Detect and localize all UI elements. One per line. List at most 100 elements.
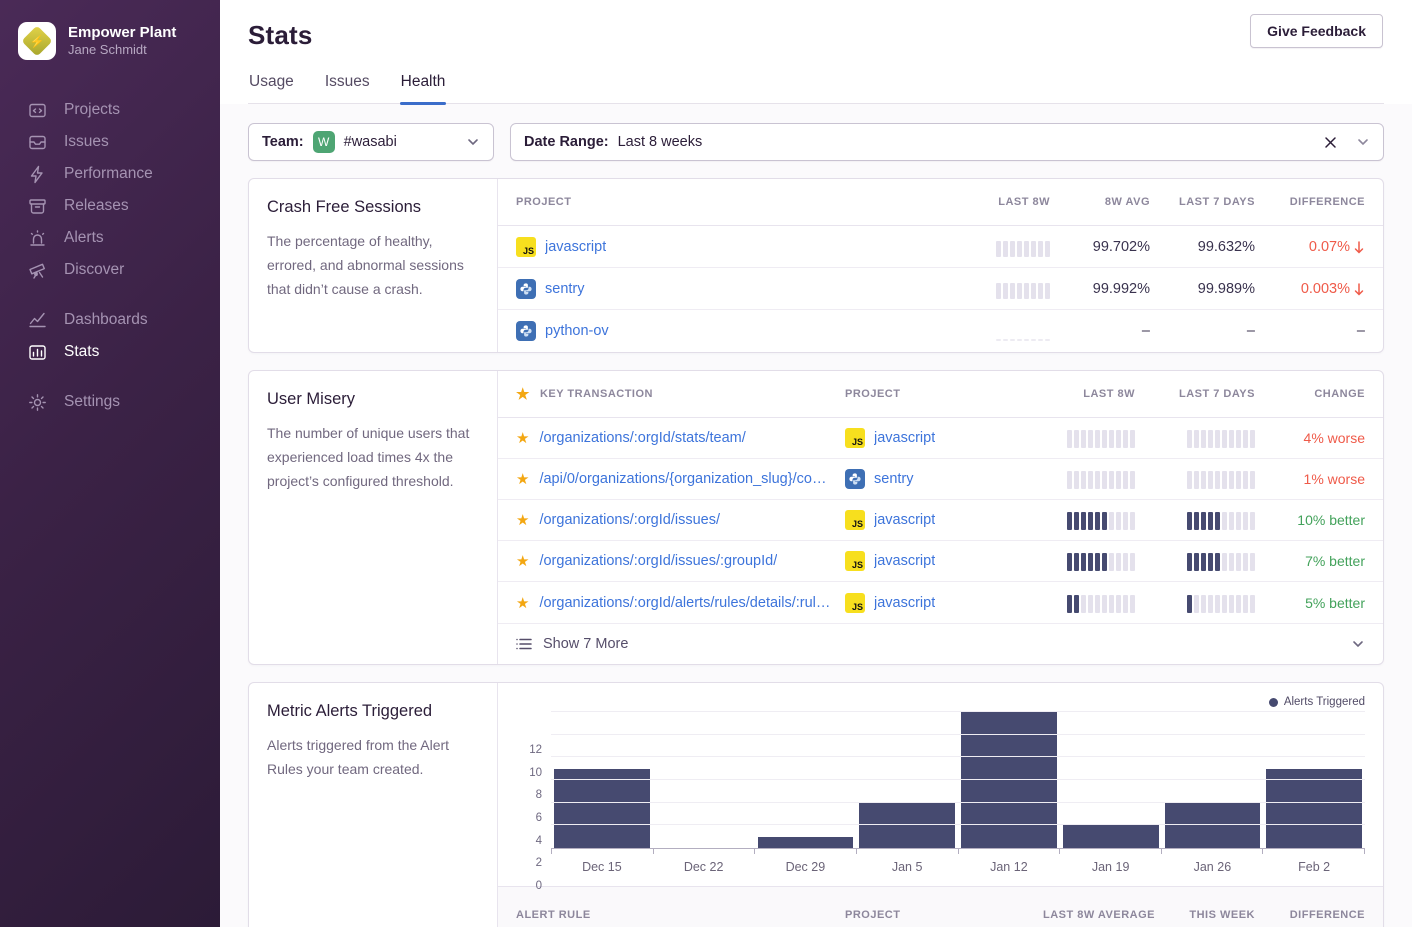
issues-icon (27, 132, 47, 152)
chart-x-label: Dec 29 (755, 860, 857, 874)
avg-8w-value: 99.702% (1093, 239, 1150, 255)
sidebar-item-projects[interactable]: Projects (0, 94, 220, 126)
sidebar-item-dashboards[interactable]: Dashboards (0, 304, 220, 336)
show-more-button[interactable]: Show 7 More (498, 623, 1383, 664)
chart-bar[interactable] (755, 712, 857, 848)
user-misery-table: ★KEY TRANSACTION PROJECT LAST 8W LAST 7 … (498, 371, 1383, 664)
table-row: sentry 99.992% 99.989% 0.003% (498, 268, 1383, 310)
star-icon[interactable]: ★ (516, 511, 529, 529)
project-link[interactable]: sentry (874, 471, 914, 487)
chart-bar[interactable] (958, 712, 1060, 848)
project-link[interactable]: python-ov (545, 323, 609, 339)
arrow-down-icon (1353, 282, 1365, 296)
alerts-icon (27, 228, 47, 248)
chart-x-label: Feb 2 (1263, 860, 1365, 874)
content-area: Team: W #wasabi Date Range: Last 8 weeks (220, 104, 1412, 927)
change-value: 1% worse (1304, 471, 1365, 487)
project-link[interactable]: javascript (545, 239, 606, 255)
give-feedback-button[interactable]: Give Feedback (1250, 14, 1383, 48)
sidebar-item-settings[interactable]: Settings (0, 386, 220, 418)
table-row: ★ /api/0/organizations/{organization_slug… (498, 459, 1383, 500)
project-link[interactable]: javascript (874, 430, 935, 446)
star-icon[interactable]: ★ (516, 429, 529, 447)
list-icon (516, 637, 532, 651)
chart-legend[interactable]: Alerts Triggered (516, 692, 1365, 712)
team-select[interactable]: Team: W #wasabi (248, 123, 494, 161)
chart-plot-area (551, 712, 1365, 848)
crash-free-table-header: PROJECT LAST 8W 8W AVG LAST 7 DAYS DIFFE… (498, 179, 1383, 226)
transaction-link[interactable]: /organizations/:orgId/issues/:groupId/ (539, 553, 777, 569)
sidebar-item-issues[interactable]: Issues (0, 126, 220, 158)
date-range-select[interactable]: Date Range: Last 8 weeks (510, 123, 1384, 161)
table-row: ★/organizations/:orgId/issues/JSjavascri… (498, 500, 1383, 541)
transaction-link[interactable]: /api/0/organizations/{organization_slug}… (539, 471, 831, 487)
col-last-8w: LAST 8W (1083, 388, 1135, 400)
transaction-link[interactable]: /organizations/:orgId/issues/ (539, 512, 720, 528)
col-last-8w-average: LAST 8W AVERAGE (1043, 909, 1155, 921)
sparkline (1067, 469, 1135, 489)
chart-bar[interactable] (1263, 712, 1365, 848)
project-link[interactable]: javascript (874, 512, 935, 528)
project-link[interactable]: sentry (545, 281, 585, 297)
chevron-down-icon[interactable] (1351, 637, 1365, 651)
star-icon[interactable]: ★ (516, 470, 529, 488)
sidebar-item-releases[interactable]: Releases (0, 190, 220, 222)
sparkline (1067, 510, 1135, 530)
sparkline (996, 237, 1050, 257)
difference-value: 0.003% (1301, 281, 1365, 297)
star-icon[interactable]: ★ (516, 552, 529, 570)
clear-date-icon[interactable] (1324, 136, 1337, 149)
project-link[interactable]: javascript (874, 595, 935, 611)
chart-bar[interactable] (856, 712, 958, 848)
sparkline (1067, 428, 1135, 448)
sidebar-item-stats[interactable]: Stats (0, 336, 220, 368)
org-name: Empower Plant (68, 24, 176, 43)
arrow-down-icon (1353, 240, 1365, 254)
chart-bar[interactable] (653, 712, 755, 848)
user-name: Jane Schmidt (68, 42, 176, 58)
user-misery-title: User Misery (267, 390, 479, 409)
chevron-down-icon[interactable] (1356, 135, 1370, 149)
sparkline (1067, 551, 1135, 571)
alert-rules-table-header: ALERT RULE PROJECT LAST 8W AVERAGE THIS … (498, 886, 1383, 927)
difference-value: 0.07% (1309, 239, 1365, 255)
tab-usage[interactable]: Usage (248, 73, 295, 103)
metric-alerts-chart-section: Alerts Triggered 024681012 Dec 15Dec 22D… (498, 683, 1383, 927)
sparkline (996, 279, 1050, 299)
app-window: ⚡ Empower Plant Jane Schmidt ProjectsIss… (0, 0, 1412, 927)
project-link[interactable]: javascript (874, 553, 935, 569)
col-change: CHANGE (1314, 388, 1365, 400)
chart-bar[interactable] (551, 712, 653, 848)
chart-x-label: Jan 19 (1060, 860, 1162, 874)
col-key-transaction: KEY TRANSACTION (540, 388, 653, 400)
dashboards-icon (27, 310, 47, 330)
sidebar-item-discover[interactable]: Discover (0, 254, 220, 286)
tab-bar: Usage Issues Health (248, 73, 1384, 104)
col-last-7-days: LAST 7 DAYS (1179, 196, 1255, 208)
user-misery-description: The number of unique users that experien… (267, 421, 479, 493)
col-last-8w: LAST 8W (998, 196, 1050, 208)
sparkline (1187, 551, 1255, 571)
sidebar-item-alerts[interactable]: Alerts (0, 222, 220, 254)
star-icon[interactable]: ★ (516, 594, 529, 612)
javascript-platform-icon: JS (516, 237, 536, 257)
tab-health[interactable]: Health (400, 73, 447, 103)
chart-x-label: Jan 5 (856, 860, 958, 874)
col-difference: DIFFERENCE (1290, 196, 1365, 208)
javascript-platform-icon: JS (845, 593, 865, 613)
chart-bar[interactable] (1060, 712, 1162, 848)
projects-icon (27, 100, 47, 120)
col-project: PROJECT (516, 196, 940, 208)
tab-issues[interactable]: Issues (324, 73, 371, 103)
legend-label: Alerts Triggered (1284, 696, 1365, 708)
transaction-link[interactable]: /organizations/:orgId/stats/team/ (539, 430, 745, 446)
org-switcher[interactable]: ⚡ Empower Plant Jane Schmidt (0, 22, 220, 60)
crash-free-title: Crash Free Sessions (267, 198, 479, 217)
sidebar-item-performance[interactable]: Performance (0, 158, 220, 190)
col-project: PROJECT (845, 909, 995, 921)
chart-bar[interactable] (1162, 712, 1264, 848)
chart-y-axis: 024681012 (516, 712, 542, 886)
metric-alerts-description: Alerts triggered from the Alert Rules yo… (267, 733, 479, 781)
sidebar: ⚡ Empower Plant Jane Schmidt ProjectsIss… (0, 0, 220, 927)
transaction-link[interactable]: /organizations/:orgId/alerts/rules/detai… (539, 595, 831, 611)
